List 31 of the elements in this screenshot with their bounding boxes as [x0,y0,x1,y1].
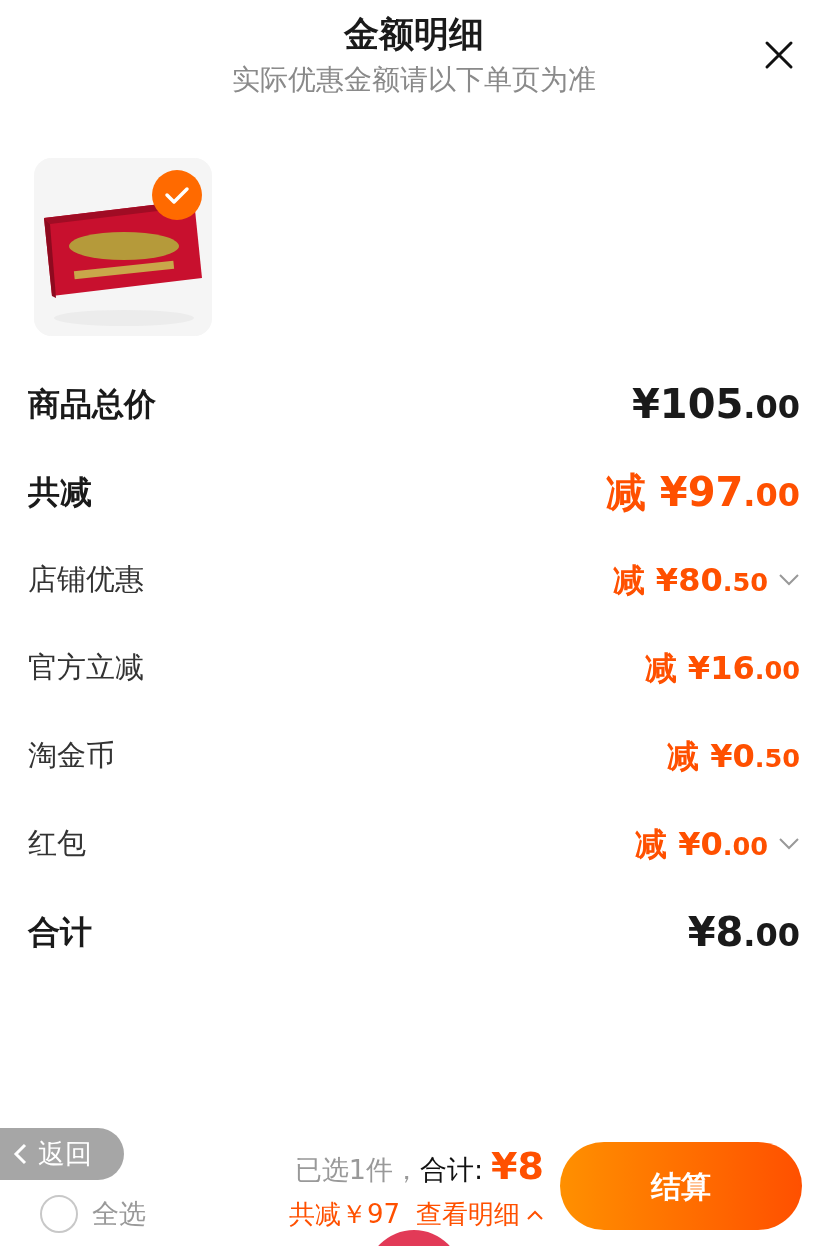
row-label: 店铺优惠 [28,561,144,599]
chevron-left-icon [12,1142,28,1166]
select-all-label: 全选 [92,1196,146,1231]
sheet-title: 金额明细 [344,13,484,56]
chevron-up-icon[interactable] [526,1208,544,1221]
checkout-button[interactable]: 结算 [560,1142,802,1230]
row-label: 共减 [28,472,92,513]
select-all-checkbox[interactable] [40,1195,78,1233]
back-button[interactable]: 返回 [0,1128,124,1180]
row-label: 红包 [28,825,86,863]
savings-text: 共减￥97 [288,1198,400,1231]
amount-text: 减 ¥80.50 [612,560,768,601]
checkmark-icon[interactable] [152,170,202,220]
row-label: 合计 [28,912,92,953]
amount-text: 减 ¥97.00 [605,468,800,517]
details-link[interactable]: 查看明细 [416,1195,544,1234]
row-label: 商品总价 [28,384,156,425]
row-label: 官方立减 [28,649,144,687]
chevron-down-icon[interactable] [778,837,800,851]
close-icon[interactable] [764,40,794,70]
amount-text: ¥8.00 [687,908,800,957]
amount-text: 减 ¥0.00 [635,824,768,865]
amount-text: ¥105.00 [632,380,800,429]
row-label: 淘金币 [28,737,115,775]
total-amount: ¥8 [491,1143,544,1190]
selected-count: 已选1件， [294,1153,420,1187]
sheet-subtitle: 实际优惠金额请以下单页为准 [231,62,597,98]
amount-text: 减 ¥0.50 [667,736,800,777]
chevron-down-icon[interactable] [778,573,800,587]
total-label: 合计: [420,1153,484,1187]
amount-text: 减 ¥16.00 [644,648,800,689]
